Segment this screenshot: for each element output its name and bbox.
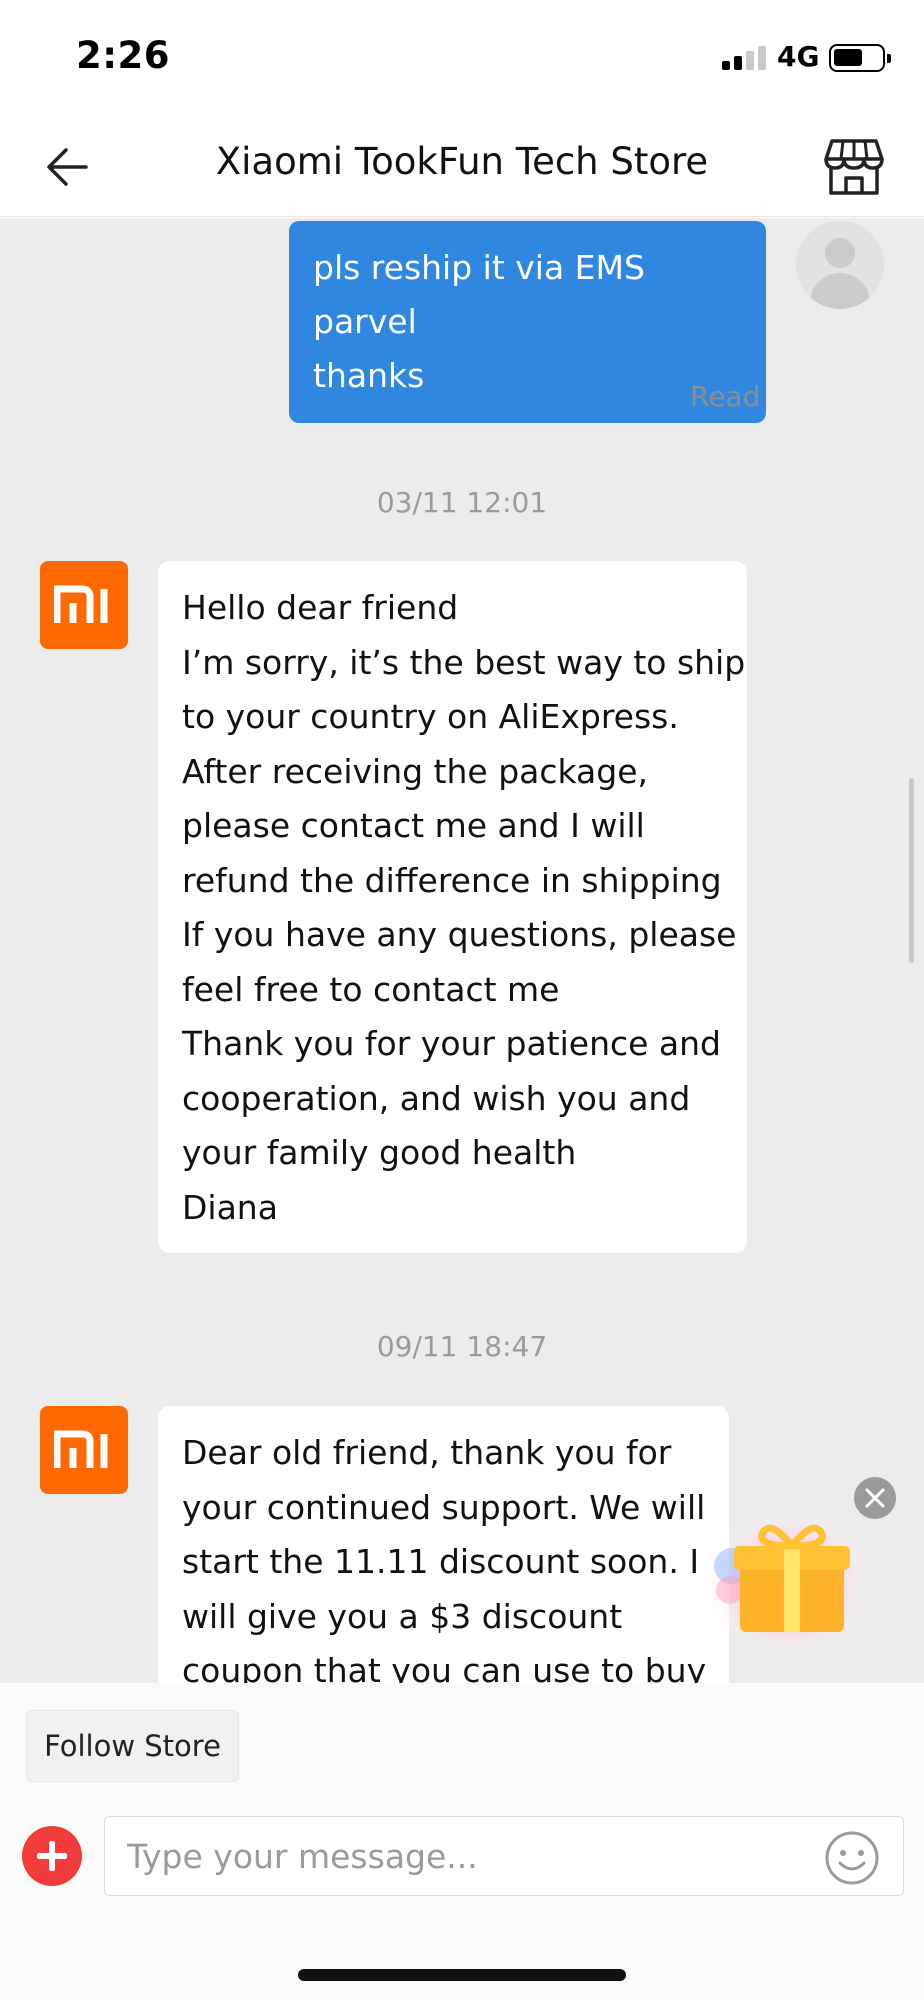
gift-promo-widget[interactable] <box>700 1494 875 1654</box>
mi-logo-icon <box>54 1430 108 1468</box>
message-line: I’m sorry, it’s the best way to ship <box>182 642 746 682</box>
user-avatar <box>796 221 884 309</box>
message-line: your family good health <box>182 1133 577 1172</box>
gift-box-icon <box>702 1498 874 1654</box>
store-title: Xiaomi TookFun Tech Store <box>215 140 709 183</box>
message-line: Hello dear friend <box>182 588 459 627</box>
incoming-message-bubble[interactable]: Dear old friend, thank you for your cont… <box>158 1406 729 1683</box>
message-line: start the 11.11 discount soon. I <box>182 1542 700 1581</box>
message-line: Thank you for your patience and <box>182 1024 722 1063</box>
add-attachment-button[interactable] <box>22 1826 82 1886</box>
message-line: Diana <box>182 1187 278 1227</box>
incoming-message-bubble[interactable]: Hello dear friend I’m sorry, it’s the be… <box>158 561 747 1253</box>
message-line: thanks <box>313 356 425 395</box>
message-line: feel free to contact me <box>182 969 560 1009</box>
storefront-icon <box>824 139 884 195</box>
store-avatar[interactable] <box>40 561 128 649</box>
message-line: refund the difference in shipping <box>182 860 722 900</box>
message-composer: Follow Store <box>0 1683 924 2000</box>
message-line: will give you a $3 discount <box>182 1596 623 1636</box>
message-line: If you have any questions, please <box>182 915 737 954</box>
battery-level <box>834 49 862 66</box>
message-input[interactable] <box>104 1816 904 1896</box>
store-avatar[interactable] <box>40 1406 128 1494</box>
chat-header: Xiaomi TookFun Tech Store <box>0 115 924 217</box>
home-indicator[interactable] <box>298 1969 626 1981</box>
back-button[interactable] <box>40 139 96 195</box>
signal-icon <box>722 44 766 70</box>
message-line: to your country on AliExpress. <box>182 697 679 736</box>
store-button[interactable] <box>822 135 886 199</box>
battery-icon <box>829 44 891 72</box>
message-line: pls reship it via EMS parvel <box>313 248 645 341</box>
status-time: 2:26 <box>76 34 171 77</box>
arrow-left-icon <box>47 148 88 186</box>
close-icon <box>865 1488 885 1508</box>
message-line: please contact me and I will <box>182 806 645 845</box>
chat-message-list[interactable]: pls reship it via EMS parvel thanks Read… <box>0 218 924 1683</box>
message-line: your continued support. We will <box>182 1487 706 1527</box>
mi-logo-icon <box>54 585 108 623</box>
message-line: coupon that you can use to buy <box>182 1651 707 1683</box>
network-label: 4G <box>777 40 820 73</box>
message-timestamp: 03/11 12:01 <box>376 486 548 519</box>
message-line: After receiving the package, <box>182 751 648 791</box>
message-line: Dear old friend, thank you for <box>182 1433 672 1472</box>
follow-store-button[interactable]: Follow Store <box>26 1710 239 1782</box>
scrollbar[interactable] <box>909 778 914 963</box>
message-line: cooperation, and wish you and <box>182 1078 691 1118</box>
smiley-icon <box>825 1831 879 1885</box>
read-receipt: Read <box>690 380 761 413</box>
message-timestamp: 09/11 18:47 <box>376 1330 548 1363</box>
status-bar: 2:26 4G <box>0 0 924 115</box>
emoji-button[interactable] <box>824 1830 880 1886</box>
close-gift-button[interactable] <box>854 1477 896 1519</box>
